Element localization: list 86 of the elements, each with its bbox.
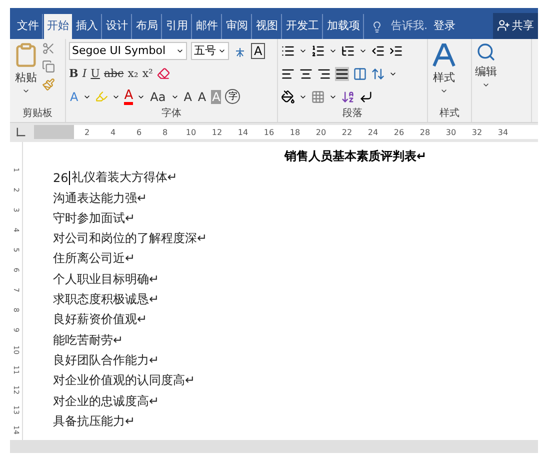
text-line: 能吃苦耐劳↵ [53,332,124,349]
decrease-indent-icon[interactable] [371,44,385,58]
ruler-number: 24 [366,128,380,137]
align-center-icon[interactable] [299,66,313,81]
font-color-button[interactable]: A [124,88,134,105]
align-left-icon[interactable] [281,66,295,81]
ruler-number: 30 [444,128,458,137]
text-line: 住所离公司近↵ [53,250,136,268]
ruler-margin [34,125,74,140]
ruler-number: 4 [109,128,117,137]
text-line: 沟通表达能力强↵ [53,190,148,207]
shading-icon[interactable] [281,90,295,104]
text-line: 对企业价值观的认同度高↵ [53,372,196,390]
text-line: 礼仪着装大方得体↵ [71,169,178,186]
ruler-number: 14 [236,128,250,137]
group-label: 字体 [160,106,182,121]
copy-icon[interactable] [42,60,55,73]
format-button[interactable]: B [69,67,78,80]
text-line: 良好团队合作能力↵ [53,352,160,369]
ruler-number: 16 [262,128,276,137]
lightbulb-icon [371,20,383,33]
ruler-number: 10 [184,128,198,137]
sort-icon[interactable] [341,90,355,104]
text-line: 个人职业目标明确↵ [53,270,160,288]
document-title: 销售人员基本素质评判表↵ [283,148,428,165]
search-icon [476,42,496,62]
paste-label: 粘贴 [15,70,37,85]
justify-icon[interactable] [335,66,349,81]
font-name-field[interactable]: Segoe UI Symbol [69,42,187,60]
ruler-number: 28 [418,128,432,137]
cut-icon[interactable] [42,42,55,55]
paste-button[interactable]: 粘贴 [13,42,39,106]
text-line: 具备抗压能力↵ [53,412,136,430]
text-line: 求职态度积极诚恳↵ [53,291,160,308]
tab-stop-icon[interactable] [16,128,26,136]
text-line: 对企业的忠诚度高↵ [53,392,160,410]
group-label: 剪贴板 [22,106,54,121]
shrink-font-button[interactable]: A [196,90,208,104]
format-button[interactable]: abc [104,67,124,80]
text-line: 对公司和岗位的了解程度深↵ [53,230,208,248]
group-label: 段落 [342,106,364,121]
user-add-icon [497,19,510,32]
change-case-button[interactable]: Aa [149,90,167,104]
ribbon-tab[interactable]: 开始 [44,14,72,39]
ruler-number: 20 [314,128,328,137]
styles-button[interactable]: 样式 [431,42,457,106]
styles-icon [431,42,457,68]
numbering-icon[interactable] [311,44,325,58]
bullets-icon[interactable] [281,44,295,58]
editing-button[interactable]: 编辑 [475,42,497,122]
format-button[interactable]: x₂ [128,67,138,80]
format-button[interactable]: x² [142,67,153,80]
multilevel-list-icon[interactable] [341,44,355,58]
login-link[interactable]: 登录 [428,18,462,39]
text-line: 守时参加面试↵ [53,210,136,227]
ruler-number: 26 [392,128,406,137]
line-spacing-icon[interactable] [371,66,385,81]
grow-font-button[interactable]: A [182,90,193,104]
ruler-number: 18 [288,128,302,137]
paragraph-mark-icon[interactable] [359,90,373,104]
ruler-number: 34 [496,128,510,137]
format-button[interactable]: I [82,67,87,80]
ruler-number: 32 [470,128,484,137]
enclose-character-button[interactable]: 字 [225,89,240,104]
text-line: 26 [53,170,68,185]
ruler-number: 22 [340,128,354,137]
character-border-button[interactable]: A [251,42,266,59]
format-button[interactable]: U [90,67,100,80]
ruler-number: 12 [210,128,224,137]
distributed-icon[interactable] [353,66,367,81]
font-size-field[interactable]: 五号 [191,42,229,60]
align-right-icon[interactable] [317,66,331,81]
ruler-number: 8 [161,128,169,137]
tell-me-field[interactable]: 告诉我. [383,18,428,39]
share-label: 共享 [512,18,534,34]
editing-label: 编辑 [475,64,497,79]
share-button[interactable]: 共享 [493,12,538,39]
text-effects-button[interactable]: A [69,90,80,104]
text-line: 良好薪资价值观↵ [53,311,148,328]
ruler-number: 2 [83,128,91,137]
eraser-icon[interactable] [156,67,170,80]
increase-indent-icon[interactable] [389,44,403,58]
text-cursor [69,170,70,185]
ruler-number: 6 [135,128,143,137]
styles-label: 样式 [433,70,455,85]
group-label: 样式 [438,106,460,121]
